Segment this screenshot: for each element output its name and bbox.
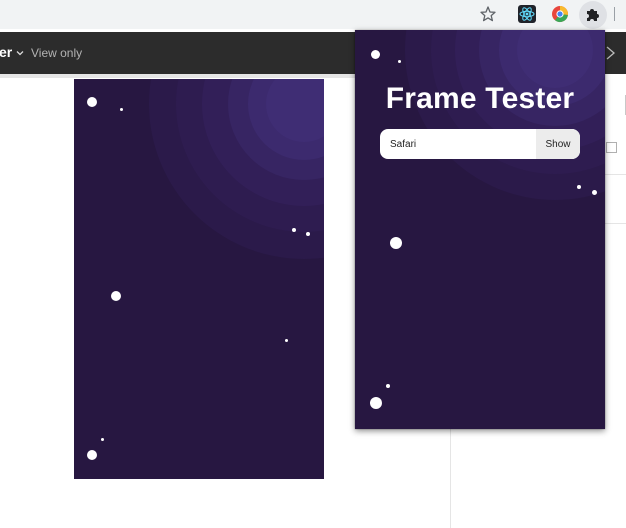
star-dot (120, 108, 123, 111)
star-dot (390, 237, 402, 249)
browser-toolbar (0, 0, 626, 29)
star-dot (87, 450, 97, 460)
device-selector: Show (380, 129, 580, 159)
canvas-frame[interactable] (74, 79, 324, 479)
star-dot (386, 384, 390, 388)
star-dot (111, 291, 121, 301)
star-dot (285, 339, 288, 342)
star-dot (592, 190, 597, 195)
chevron-right-icon[interactable] (604, 45, 618, 66)
star-dot (370, 397, 382, 409)
popup-title: Frame Tester (385, 82, 575, 115)
colorful-extension-icon[interactable] (551, 5, 569, 23)
star-dot (577, 185, 581, 189)
star-dot (398, 60, 401, 63)
star-dot (306, 232, 310, 236)
star-dot (87, 97, 97, 107)
toolbar-separator (614, 7, 615, 21)
bookmark-star-icon[interactable] (478, 4, 498, 24)
chevron-down-icon[interactable] (15, 45, 25, 63)
react-devtools-icon[interactable] (518, 5, 536, 23)
glow-decoration (149, 79, 324, 259)
device-input[interactable] (380, 129, 535, 159)
star-dot (371, 50, 380, 59)
show-button[interactable]: Show (536, 129, 580, 159)
star-dot (101, 438, 104, 441)
property-checkbox[interactable] (606, 142, 617, 153)
star-dot (292, 228, 296, 232)
header-divider (0, 74, 355, 78)
extensions-puzzle-icon[interactable] (579, 1, 607, 29)
file-name-fragment[interactable]: er (0, 44, 12, 60)
view-mode-label[interactable]: View only (31, 46, 82, 60)
extension-popup: Frame Tester Show (355, 30, 605, 429)
